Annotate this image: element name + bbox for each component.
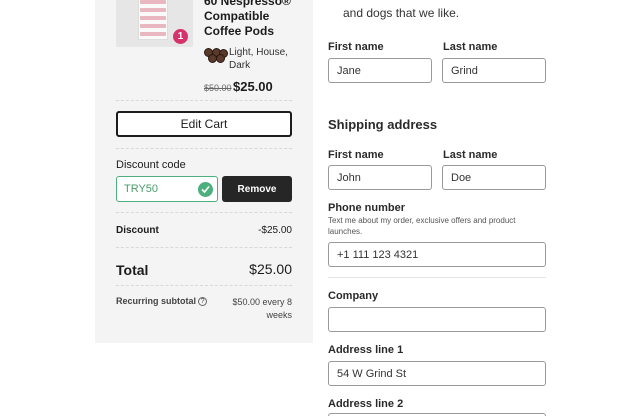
last-name-label: Last name	[443, 41, 498, 53]
recurring-subtotal-text: Recurring subtotal	[116, 296, 197, 306]
company-label: Company	[328, 290, 379, 302]
company-input[interactable]	[328, 307, 546, 332]
shipping-first-name-input[interactable]	[328, 165, 432, 190]
coffee-pods-icon	[204, 48, 228, 63]
address-line-1-label: Address line 1	[328, 344, 404, 356]
divider	[116, 100, 292, 101]
check-circle-icon	[198, 182, 213, 197]
address-line-1-input[interactable]	[328, 361, 546, 386]
box-stripe	[140, 16, 166, 20]
edit-cart-button[interactable]: Edit Cart	[116, 111, 292, 137]
order-summary-panel: 1 60 Nespresso® Compatible Coffee Pods L…	[95, 0, 313, 343]
help-icon[interactable]: ?	[198, 297, 208, 307]
divider	[116, 247, 292, 248]
divider	[328, 277, 546, 278]
address-line-2-label: Address line 2	[328, 398, 404, 410]
divider	[116, 148, 292, 149]
first-name-input[interactable]	[328, 58, 432, 83]
phone-label: Phone number	[328, 202, 406, 214]
total-value: $25.00	[249, 261, 292, 277]
intro-text: and dogs that we like.	[343, 6, 460, 20]
recurring-subtotal-value: $50.00 every 8 weeks	[232, 297, 292, 320]
last-name-input[interactable]	[442, 58, 546, 83]
box-stripe	[140, 24, 166, 28]
product-name: 60 Nespresso® Compatible Coffee Pods	[204, 0, 291, 38]
shipping-last-name-label: Last name	[443, 149, 498, 161]
product-price: $25.00	[233, 79, 273, 94]
box-stripe	[140, 0, 166, 4]
remove-discount-button[interactable]: Remove	[222, 176, 292, 202]
divider	[116, 212, 292, 213]
box-stripe	[140, 32, 166, 36]
discount-code-label: Discount code	[116, 159, 186, 171]
discount-code-input[interactable]	[117, 177, 197, 201]
discount-row-label: Discount	[116, 225, 159, 236]
recurring-subtotal-label: Recurring subtotal?	[116, 296, 208, 307]
discount-row-value: -$25.00	[258, 225, 292, 236]
quantity-badge: 1	[173, 29, 188, 44]
shipping-address-title: Shipping address	[328, 117, 438, 132]
shipping-first-name-label: First name	[328, 149, 384, 161]
discount-code-field	[116, 176, 218, 202]
first-name-label: First name	[328, 41, 384, 53]
original-price: $50.00	[204, 83, 232, 93]
divider	[116, 285, 292, 286]
box-stripe	[140, 8, 166, 12]
total-label: Total	[116, 262, 149, 278]
phone-input[interactable]	[328, 242, 546, 267]
phone-consent-note: Text me about my order, exclusive offers…	[328, 216, 516, 236]
roast-variants: Light, House, Dark	[229, 47, 288, 71]
shipping-last-name-input[interactable]	[442, 165, 546, 190]
